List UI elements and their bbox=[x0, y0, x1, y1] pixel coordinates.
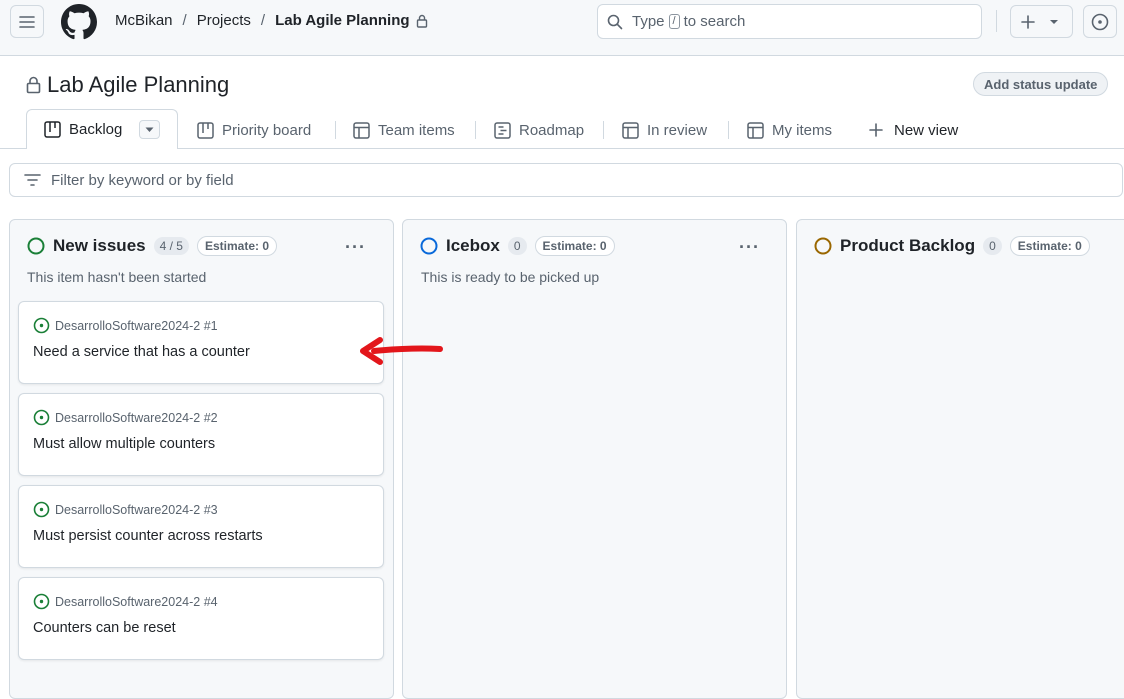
tab-label: Team items bbox=[378, 121, 455, 139]
tab-label: In review bbox=[647, 121, 708, 139]
roadmap-icon bbox=[494, 121, 511, 139]
table-icon bbox=[747, 121, 764, 139]
item-count-badge: 4 / 5 bbox=[153, 237, 189, 255]
issue-opened-icon bbox=[1091, 13, 1109, 30]
column-description: This item hasn't been started bbox=[27, 269, 207, 285]
board-column-icebox: Icebox 0 Estimate: 0 ··· This is ready t… bbox=[402, 219, 787, 699]
estimate-badge: Estimate: 0 bbox=[534, 236, 615, 256]
lock-icon bbox=[26, 76, 41, 94]
card-title[interactable]: Must persist counter across restarts bbox=[33, 528, 263, 544]
issue-card[interactable]: DesarrolloSoftware2024-2 #3 Must persist… bbox=[18, 485, 384, 568]
tab-my-items[interactable]: My items bbox=[747, 118, 832, 142]
breadcrumb-separator: / bbox=[260, 12, 266, 29]
filter-input[interactable]: Filter by keyword or by field bbox=[9, 163, 1123, 197]
search-shortcut-key: / bbox=[668, 14, 680, 29]
issue-opened-icon bbox=[33, 593, 50, 610]
tab-label: Roadmap bbox=[519, 121, 585, 139]
tab-roadmap[interactable]: Roadmap bbox=[494, 118, 584, 142]
plus-icon bbox=[869, 123, 883, 137]
tab-team-items[interactable]: Team items bbox=[353, 118, 455, 142]
tab-label: Priority board bbox=[222, 121, 312, 139]
card-meta: DesarrolloSoftware2024-2 #4 bbox=[33, 593, 218, 610]
item-count-badge: 0 bbox=[507, 237, 527, 255]
github-logo-icon[interactable] bbox=[61, 4, 97, 40]
board-icon bbox=[197, 121, 214, 139]
table-icon bbox=[622, 121, 639, 139]
tab-priority-board[interactable]: Priority board bbox=[197, 118, 311, 142]
card-title[interactable]: Counters can be reset bbox=[33, 620, 176, 636]
board-icon bbox=[44, 121, 61, 138]
column-title: Product Backlog bbox=[840, 236, 976, 255]
tab-label: Backlog bbox=[69, 121, 123, 138]
column-header: Product Backlog 0 Estimate: 0 bbox=[814, 236, 1090, 256]
breadcrumb-project[interactable]: Lab Agile Planning bbox=[275, 12, 409, 29]
estimate-badge: Estimate: 0 bbox=[1009, 236, 1090, 256]
column-description: This is ready to be picked up bbox=[421, 269, 600, 285]
breadcrumb-owner[interactable]: McBikan bbox=[115, 12, 173, 29]
issue-opened-icon bbox=[33, 409, 50, 426]
card-meta: DesarrolloSoftware2024-2 #2 bbox=[33, 409, 218, 426]
card-repo[interactable]: DesarrolloSoftware2024-2 #4 bbox=[55, 595, 218, 609]
create-new-button[interactable] bbox=[1010, 5, 1073, 38]
board-column-product-backlog: Product Backlog 0 Estimate: 0 bbox=[796, 219, 1124, 699]
project-title-text: Lab Agile Planning bbox=[47, 72, 230, 97]
filter-placeholder: Filter by keyword or by field bbox=[51, 171, 234, 189]
card-title[interactable]: Must allow multiple counters bbox=[33, 436, 215, 452]
hamburger-icon bbox=[19, 15, 35, 28]
triangle-down-icon bbox=[145, 127, 154, 132]
table-icon bbox=[353, 121, 370, 139]
breadcrumb: McBikan / Projects / Lab Agile Planning bbox=[115, 12, 428, 29]
status-circle-icon bbox=[814, 237, 832, 255]
menu-button[interactable] bbox=[10, 5, 44, 38]
issue-opened-icon bbox=[33, 501, 50, 518]
column-title: New issues bbox=[53, 236, 146, 255]
filter-icon bbox=[24, 174, 41, 186]
tab-separator bbox=[603, 121, 604, 139]
status-circle-icon bbox=[420, 237, 438, 255]
issue-card[interactable]: DesarrolloSoftware2024-2 #2 Must allow m… bbox=[18, 393, 384, 476]
issue-card[interactable]: DesarrolloSoftware2024-2 #1 Need a servi… bbox=[18, 301, 384, 384]
tab-separator bbox=[728, 121, 729, 139]
tab-separator bbox=[475, 121, 476, 139]
breadcrumb-projects[interactable]: Projects bbox=[197, 12, 251, 29]
status-circle-icon bbox=[27, 237, 45, 255]
search-input[interactable]: Type / to search bbox=[597, 4, 982, 39]
tab-separator bbox=[335, 121, 336, 139]
breadcrumb-separator: / bbox=[182, 12, 187, 29]
item-count-badge: 0 bbox=[983, 237, 1002, 255]
column-header: New issues 4 / 5 Estimate: 0 bbox=[27, 236, 277, 256]
issue-card[interactable]: DesarrolloSoftware2024-2 #4 Counters can… bbox=[18, 577, 384, 660]
issues-button[interactable] bbox=[1083, 5, 1117, 38]
card-repo[interactable]: DesarrolloSoftware2024-2 #3 bbox=[55, 503, 218, 517]
top-header: McBikan / Projects / Lab Agile Planning … bbox=[0, 0, 1124, 56]
card-repo[interactable]: DesarrolloSoftware2024-2 #1 bbox=[55, 319, 218, 333]
column-header: Icebox 0 Estimate: 0 bbox=[420, 236, 615, 256]
card-repo[interactable]: DesarrolloSoftware2024-2 #2 bbox=[55, 411, 218, 425]
search-placeholder-prefix: Type bbox=[632, 13, 665, 30]
issue-opened-icon bbox=[33, 317, 50, 334]
card-meta: DesarrolloSoftware2024-2 #1 bbox=[33, 317, 218, 334]
add-status-update-button[interactable]: Add status update bbox=[973, 72, 1109, 96]
tab-label: New view bbox=[894, 121, 959, 139]
column-menu-button[interactable]: ··· bbox=[345, 237, 366, 258]
header-divider bbox=[996, 10, 997, 32]
column-title: Icebox bbox=[446, 236, 500, 255]
lock-icon bbox=[416, 14, 427, 28]
plus-icon bbox=[1021, 14, 1035, 29]
view-options-dropdown[interactable] bbox=[139, 120, 160, 139]
triangle-down-icon bbox=[1050, 19, 1058, 24]
estimate-badge: Estimate: 0 bbox=[196, 236, 277, 256]
search-placeholder-suffix: to search bbox=[683, 13, 746, 30]
card-title[interactable]: Need a service that has a counter bbox=[33, 344, 250, 360]
new-view-button[interactable]: New view bbox=[869, 118, 958, 142]
tab-in-review[interactable]: In review bbox=[622, 118, 707, 142]
tab-label: My items bbox=[772, 121, 832, 139]
search-icon bbox=[607, 14, 623, 29]
card-meta: DesarrolloSoftware2024-2 #3 bbox=[33, 501, 218, 518]
page-title: Lab Agile Planning bbox=[26, 72, 229, 98]
board-column-new-issues: New issues 4 / 5 Estimate: 0 ··· This it… bbox=[9, 219, 394, 699]
column-menu-button[interactable]: ··· bbox=[739, 237, 760, 258]
annotation-arrow-icon bbox=[360, 337, 443, 365]
